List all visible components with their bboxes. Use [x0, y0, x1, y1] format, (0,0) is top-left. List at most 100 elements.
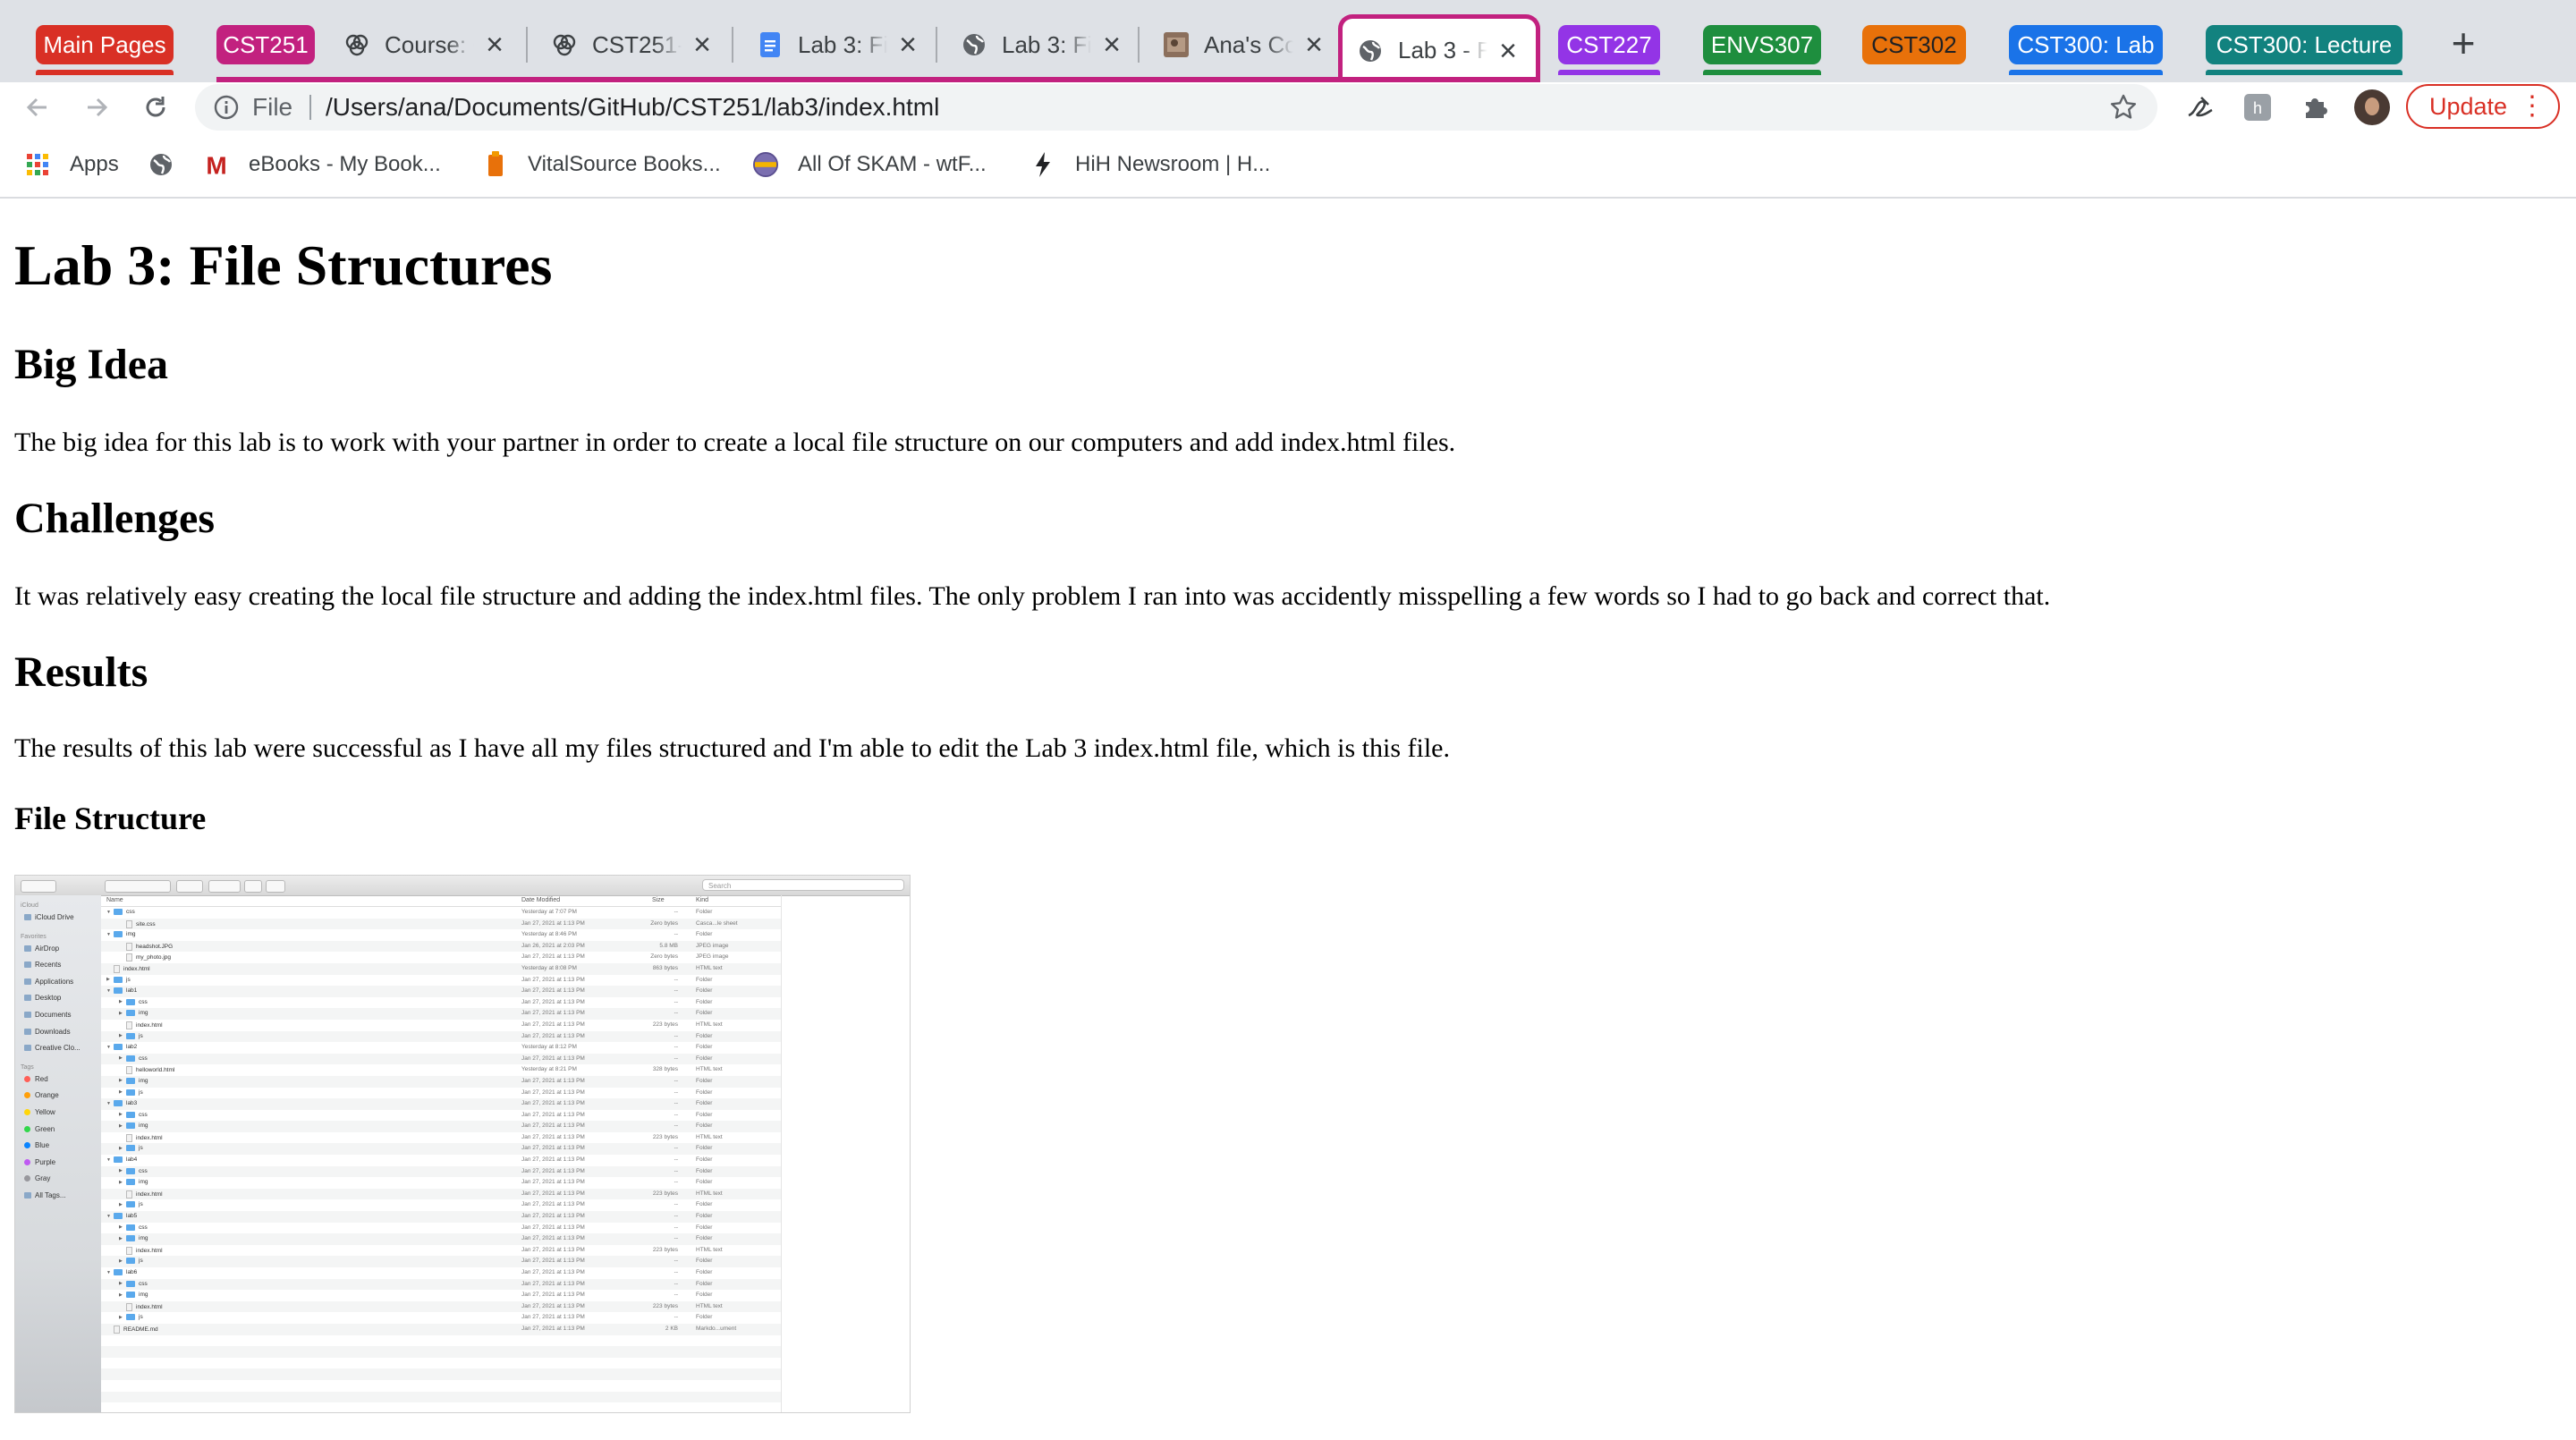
new-tab-button[interactable]: +	[2445, 22, 2481, 64]
update-button[interactable]: Update ⋮	[2406, 84, 2560, 129]
finder-row-date: Jan 27, 2021 at 1:13 PM	[521, 919, 585, 927]
back-button[interactable]	[13, 82, 63, 132]
finder-row-size: --	[674, 1235, 678, 1242]
bookmark-ebooks[interactable]: M eBooks - My Book...	[204, 148, 441, 181]
address-bar[interactable]: File /Users/ana/Documents/GitHub/CST251/…	[195, 84, 2157, 131]
finder-row-date: Jan 27, 2021 at 1:13 PM	[521, 1201, 585, 1208]
bookmark-hih-newsroom[interactable]: HiH Newsroom | H...	[1030, 148, 1270, 181]
finder-row-size: --	[674, 1145, 678, 1152]
tab-group-main-pages[interactable]: Main Pages	[36, 25, 174, 64]
close-icon[interactable]: ×	[1301, 30, 1327, 60]
disclosure-triangle-icon: ▶	[119, 1112, 123, 1118]
close-icon[interactable]: ×	[1098, 30, 1125, 60]
page-content: Lab 3: File Structures Big Idea The big …	[0, 199, 2576, 1440]
globe-icon	[1357, 38, 1384, 64]
tab-title: Lab 3: Fi	[1002, 30, 1091, 58]
docs-icon	[757, 31, 784, 58]
extension-h-icon[interactable]: h	[2241, 91, 2274, 123]
tab-group-cst251[interactable]: CST251	[216, 25, 315, 64]
tab-lab3-active[interactable]: Lab 3 - F ×	[1338, 14, 1540, 82]
finder-row-size: 2 KB	[665, 1325, 678, 1332]
finder-row-date: Jan 27, 2021 at 1:13 PM	[521, 1213, 585, 1220]
url-text[interactable]: /Users/ana/Documents/GitHub/CST251/lab3/…	[326, 84, 939, 131]
finder-row-date: Jan 27, 2021 at 1:13 PM	[521, 1235, 585, 1242]
finder-row-kind: Folder	[696, 998, 713, 1005]
finder-sidebar-item: Recents	[24, 961, 61, 969]
finder-row: ▶ css Jan 27, 2021 at 1:13 PM -- Folder	[101, 1165, 781, 1178]
finder-toolbar: Search	[15, 876, 910, 896]
finder-row: ▶ js Jan 27, 2021 at 1:13 PM -- Folder	[101, 1256, 781, 1267]
disclosure-triangle-icon: ▶	[119, 1235, 123, 1241]
close-icon[interactable]: ×	[1495, 36, 1521, 66]
folder-icon	[114, 909, 123, 915]
finder-row-date: Jan 27, 2021 at 1:13 PM	[521, 1055, 585, 1062]
extension-signature-icon[interactable]	[2184, 91, 2216, 123]
finder-row-size: 223 bytes	[652, 1246, 678, 1253]
forward-button[interactable]	[72, 82, 122, 132]
disclosure-triangle-icon: ▼	[106, 909, 111, 915]
tab-course[interactable]: Course: C ×	[320, 13, 522, 77]
section-text-challenges: It was relatively easy creating the loca…	[14, 581, 2051, 611]
disclosure-triangle-icon: ▶	[119, 1010, 123, 1016]
bookmark-apps[interactable]: Apps	[25, 148, 119, 181]
close-icon[interactable]: ×	[894, 30, 921, 60]
disclosure-triangle-icon: ▶	[119, 1224, 123, 1231]
finder-row: ▼ lab5 Jan 27, 2021 at 1:13 PM -- Folder	[101, 1211, 781, 1223]
profile-avatar[interactable]	[2354, 89, 2390, 125]
finder-row: ▶ css Jan 27, 2021 at 1:13 PM -- Folder	[101, 1278, 781, 1291]
section-text-results: The results of this lab were successful …	[14, 733, 1450, 763]
folder-icon	[126, 1167, 135, 1174]
finder-row: ▶ js Jan 27, 2021 at 1:13 PM -- Folder	[101, 1199, 781, 1211]
folder-icon	[126, 1314, 135, 1321]
sidebar-item-icon	[24, 1012, 31, 1018]
finder-empty-row	[101, 1380, 781, 1392]
close-icon[interactable]: ×	[689, 30, 716, 60]
finder-row-name: helloworld.html	[119, 1066, 174, 1075]
finder-row: ▶ js Jan 27, 2021 at 1:13 PM -- Folder	[101, 1088, 781, 1099]
tab-lab3-page[interactable]: Lab 3: Fi ×	[937, 13, 1140, 77]
more-menu-icon[interactable]: ⋮	[2519, 86, 2546, 127]
finder-row-name: ▶ js	[119, 1032, 143, 1039]
bookmark-globe[interactable]	[148, 148, 193, 181]
bookmark-vitalsource[interactable]: VitalSource Books...	[483, 148, 721, 181]
file-icon	[126, 1021, 132, 1029]
finder-row-size: --	[674, 1292, 678, 1299]
finder-row-size: --	[674, 1010, 678, 1017]
disclosure-triangle-icon: ▼	[106, 931, 111, 937]
finder-tag-item: Red	[24, 1075, 48, 1083]
svg-text:h: h	[2253, 99, 2262, 117]
tab-cst251[interactable]: CST251- ×	[528, 13, 730, 77]
finder-row: index.html Yesterday at 8:08 PM 863 bytes H…	[101, 962, 781, 975]
finder-row-size: --	[674, 998, 678, 1005]
star-icon[interactable]	[2109, 93, 2138, 122]
finder-row-size: --	[674, 1201, 678, 1208]
tab-group-cst227[interactable]: CST227	[1558, 25, 1660, 64]
section-text-big-idea: The big idea for this lab is to work wit…	[14, 428, 1456, 457]
tab-group-envs307[interactable]: ENVS307	[1703, 25, 1821, 64]
disclosure-triangle-icon: ▶	[119, 1292, 123, 1298]
tab-lab3-docs[interactable]: Lab 3: Fi ×	[733, 13, 936, 77]
finder-row-kind: Folder	[696, 1292, 713, 1299]
tab-group-underline	[1703, 70, 1821, 75]
finder-row-date: Jan 27, 2021 at 1:13 PM	[521, 1021, 585, 1028]
tab-anas-code[interactable]: Ana's Co ×	[1140, 13, 1342, 77]
finder-row-date: Jan 27, 2021 at 1:13 PM	[521, 998, 585, 1005]
reload-button[interactable]	[131, 82, 181, 132]
tab-group-cst300-lab[interactable]: CST300: Lab	[2009, 25, 2163, 64]
finder-row-kind: HTML text	[696, 1302, 723, 1309]
folder-icon	[126, 1292, 135, 1299]
finder-sidebar-label: Desktop	[35, 994, 62, 1003]
finder-row-kind: Folder	[696, 1167, 713, 1174]
update-label: Update	[2429, 93, 2508, 120]
tab-group-cst300-lecture[interactable]: CST300: Lecture	[2206, 25, 2402, 64]
finder-row: ▶ img Jan 27, 2021 at 1:13 PM -- Folder	[101, 1008, 781, 1020]
extensions-puzzle-icon[interactable]	[2299, 91, 2331, 123]
finder-row-name: index.html	[119, 1190, 163, 1199]
bookmark-skam[interactable]: All Of SKAM - wtF...	[753, 148, 987, 181]
sidebar-item-icon	[24, 1192, 31, 1199]
tag-dot-icon	[24, 1125, 30, 1132]
finder-row: ▼ lab1 Jan 27, 2021 at 1:13 PM -- Folder	[101, 986, 781, 997]
tab-group-cst302[interactable]: CST302	[1862, 25, 1966, 64]
disclosure-triangle-icon: ▶	[119, 1055, 123, 1062]
close-icon[interactable]: ×	[481, 30, 508, 60]
